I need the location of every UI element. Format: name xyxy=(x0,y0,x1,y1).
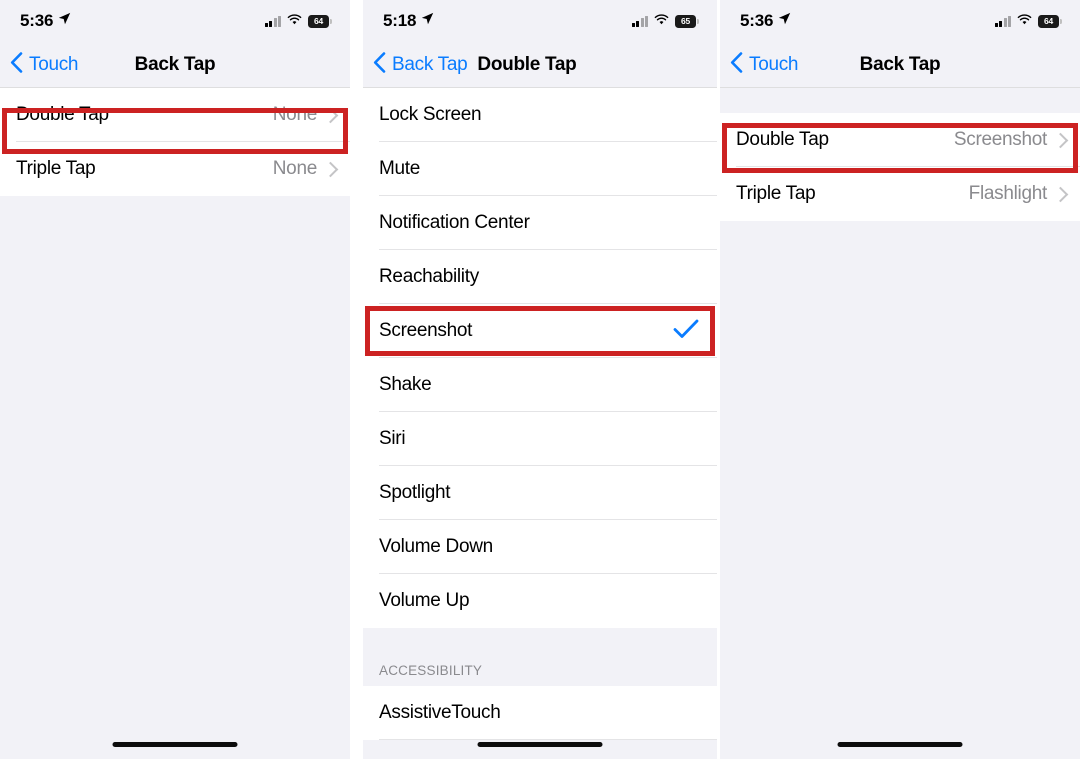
row-triple-tap[interactable]: Triple Tap Flashlight xyxy=(720,167,1080,221)
row-label: Volume Down xyxy=(379,536,493,557)
row-double-tap[interactable]: Double Tap None xyxy=(0,88,350,142)
battery-percent: 64 xyxy=(313,15,324,26)
chevron-right-icon xyxy=(322,107,339,123)
battery-percent: 65 xyxy=(680,15,691,26)
cellular-bars-icon xyxy=(631,15,648,27)
list-top-inset xyxy=(720,88,1080,113)
navigation-bar: Touch Back Tap xyxy=(0,42,350,88)
row-double-tap[interactable]: Double Tap Screenshot xyxy=(720,113,1080,167)
location-arrow-icon xyxy=(778,12,791,30)
navigation-bar: Back Tap Double Tap xyxy=(363,42,717,88)
phone-panel-back-tap-before: 5:36 64 Touch Back Tap Double Tap None T… xyxy=(0,0,350,759)
status-bar-left: 5:36 xyxy=(740,11,791,31)
option-volume-up[interactable]: Volume Up xyxy=(363,574,717,628)
back-button-touch[interactable]: Touch xyxy=(720,51,799,78)
status-bar-right: 64 xyxy=(264,12,332,30)
status-bar: 5:36 64 xyxy=(0,0,350,42)
row-label: Spotlight xyxy=(379,482,451,503)
row-label: Notification Center xyxy=(379,212,530,233)
row-label: Siri xyxy=(379,428,406,449)
status-time: 5:36 xyxy=(740,11,774,30)
row-label: Mute xyxy=(379,158,421,179)
battery-icon: 64 xyxy=(1038,14,1062,28)
row-value: None xyxy=(272,158,318,179)
row-label: Double Tap xyxy=(736,129,829,150)
checkmark-icon xyxy=(673,319,699,344)
phone-panel-back-tap-after: 5:36 64 Touch Back Tap Double Tap Screen… xyxy=(720,0,1080,759)
empty-area xyxy=(720,221,1080,751)
chevron-right-icon xyxy=(1052,186,1069,202)
row-label: Triple Tap xyxy=(16,158,96,179)
row-label: Reachability xyxy=(379,266,479,287)
option-lock-screen[interactable]: Lock Screen xyxy=(363,88,717,142)
section-header-accessibility: ACCESSIBILITY xyxy=(363,628,717,686)
home-indicator xyxy=(837,742,963,747)
options-list: Lock Screen Mute Notification Center Rea… xyxy=(363,88,717,628)
status-bar-left: 5:18 xyxy=(383,11,434,31)
row-label: Lock Screen xyxy=(379,104,482,125)
option-reachability[interactable]: Reachability xyxy=(363,250,717,304)
status-bar: 5:18 65 xyxy=(363,0,717,42)
row-triple-tap[interactable]: Triple Tap None xyxy=(0,142,350,196)
status-bar-right: 64 xyxy=(994,12,1062,30)
wifi-icon xyxy=(287,12,302,30)
option-volume-down[interactable]: Volume Down xyxy=(363,520,717,574)
home-indicator xyxy=(112,742,238,747)
row-label: Shake xyxy=(379,374,432,395)
battery-icon: 64 xyxy=(308,14,332,28)
phone-panel-double-tap-options: 5:18 65 Back Tap Double Tap Lock Screen … xyxy=(363,0,717,759)
row-label: Screenshot xyxy=(379,320,473,341)
home-indicator xyxy=(477,742,603,747)
back-button-label: Touch xyxy=(749,53,799,75)
row-label: AssistiveTouch xyxy=(379,702,501,723)
option-spotlight[interactable]: Spotlight xyxy=(363,466,717,520)
screenshot-triptych: 5:36 64 Touch Back Tap Double Tap None T… xyxy=(0,0,1080,759)
chevron-left-icon xyxy=(373,51,386,78)
page-title: Double Tap xyxy=(477,53,577,75)
cellular-bars-icon xyxy=(264,15,281,27)
option-siri[interactable]: Siri xyxy=(363,412,717,466)
row-value: Flashlight xyxy=(968,183,1048,204)
status-time: 5:36 xyxy=(20,11,54,30)
cellular-bars-icon xyxy=(994,15,1011,27)
option-mute[interactable]: Mute xyxy=(363,142,717,196)
wifi-icon xyxy=(654,12,669,30)
back-button-label: Back Tap xyxy=(392,53,468,75)
row-label: Triple Tap xyxy=(736,183,816,204)
panel-divider xyxy=(350,0,363,759)
empty-area xyxy=(0,196,350,751)
row-value: None xyxy=(272,104,318,125)
wifi-icon xyxy=(1017,12,1032,30)
chevron-left-icon xyxy=(730,51,743,78)
battery-icon: 65 xyxy=(675,14,699,28)
battery-percent: 64 xyxy=(1043,15,1054,26)
row-label: Double Tap xyxy=(16,104,109,125)
location-arrow-icon xyxy=(421,12,434,30)
option-notification-center[interactable]: Notification Center xyxy=(363,196,717,250)
back-button-back-tap[interactable]: Back Tap xyxy=(363,51,468,78)
settings-list: Double Tap None Triple Tap None xyxy=(0,88,350,196)
row-value: Screenshot xyxy=(953,129,1047,150)
back-button-touch[interactable]: Touch xyxy=(0,51,79,78)
settings-list: Double Tap Screenshot Triple Tap Flashli… xyxy=(720,113,1080,221)
option-assistivetouch[interactable]: AssistiveTouch xyxy=(363,686,717,740)
navigation-bar: Touch Back Tap xyxy=(720,42,1080,88)
location-arrow-icon xyxy=(58,12,71,30)
status-bar-left: 5:36 xyxy=(20,11,71,31)
status-time: 5:18 xyxy=(383,11,417,30)
chevron-right-icon xyxy=(322,161,339,177)
chevron-left-icon xyxy=(10,51,23,78)
option-shake[interactable]: Shake xyxy=(363,358,717,412)
chevron-right-icon xyxy=(1052,132,1069,148)
accessibility-list: AssistiveTouch xyxy=(363,686,717,740)
status-bar: 5:36 64 xyxy=(720,0,1080,42)
row-label: Volume Up xyxy=(379,590,470,611)
back-button-label: Touch xyxy=(29,53,79,75)
status-bar-right: 65 xyxy=(631,12,699,30)
option-screenshot[interactable]: Screenshot xyxy=(363,304,717,358)
